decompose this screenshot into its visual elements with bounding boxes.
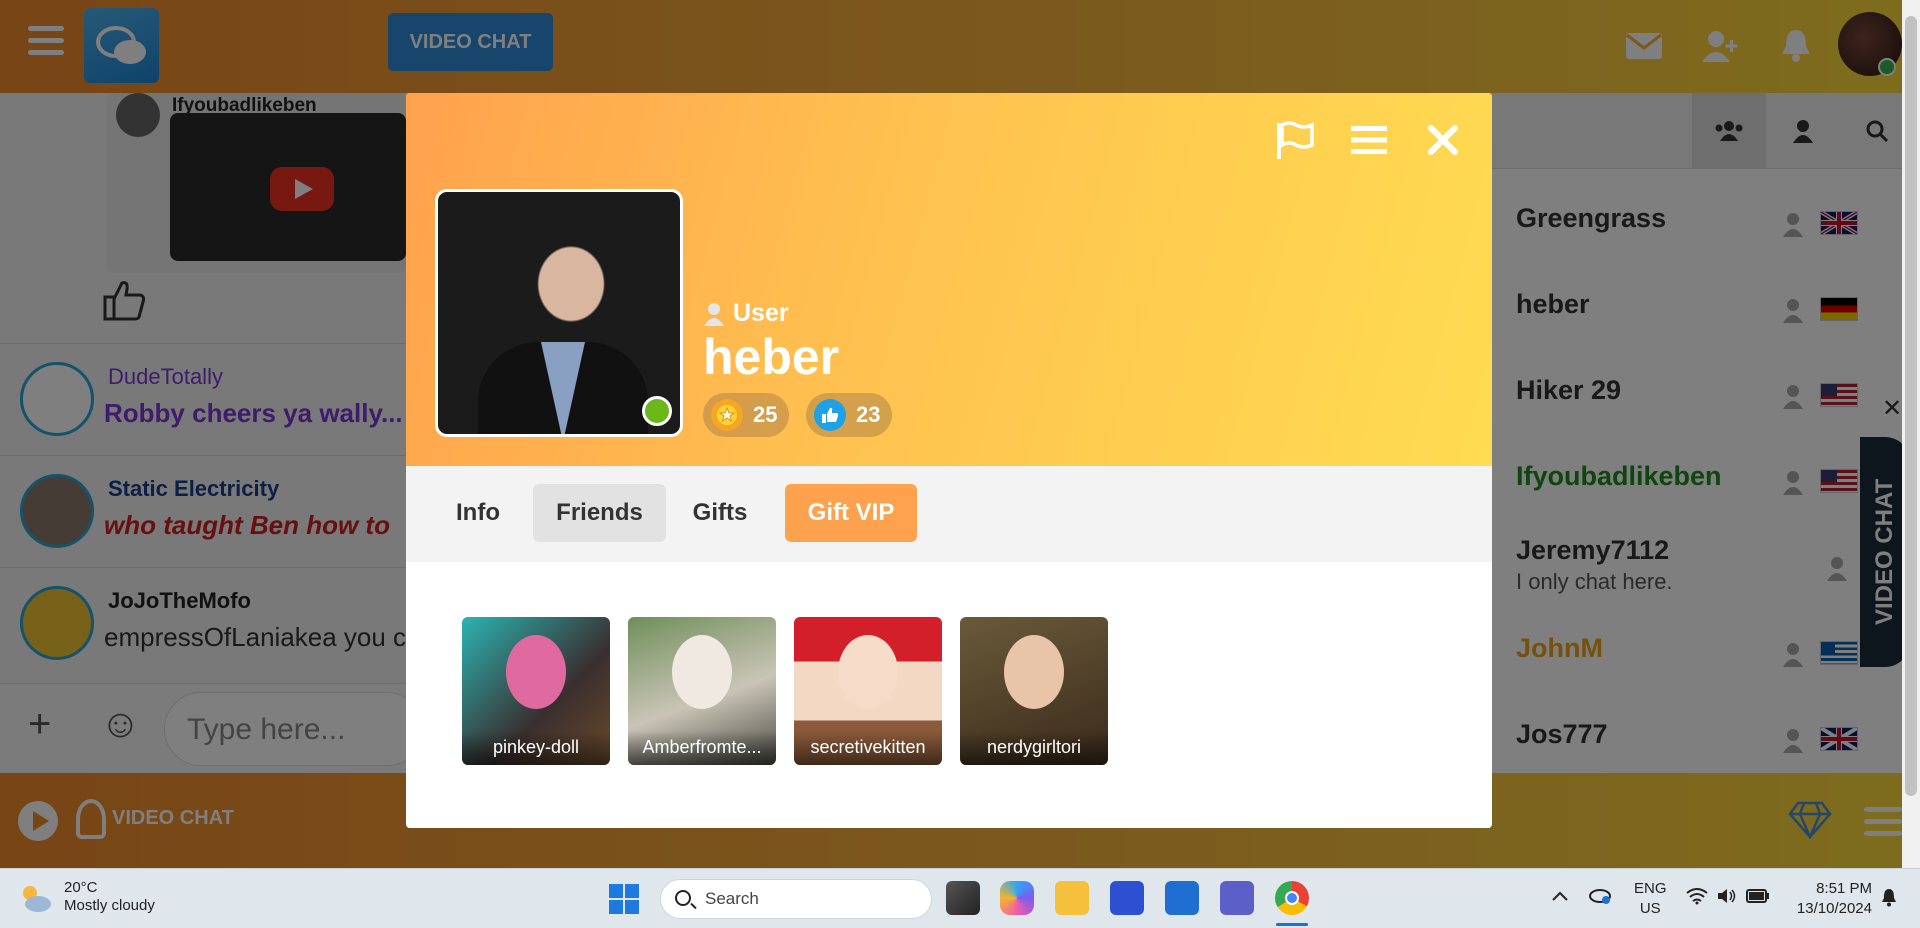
friend-photo	[838, 635, 898, 709]
stars-badge: 25	[703, 393, 790, 437]
report-flag-icon[interactable]	[1272, 117, 1318, 163]
friend-photo	[672, 635, 732, 709]
page-scrollbar[interactable]	[1902, 0, 1920, 868]
keyboard-region: US	[1639, 900, 1661, 917]
taskbar-search-input[interactable]: Search	[660, 879, 932, 919]
battery-icon[interactable]	[1746, 887, 1770, 911]
stars-count: 25	[753, 402, 778, 427]
online-status-dot	[642, 396, 672, 426]
clock[interactable]: 8:51 PM 13/10/2024	[1784, 879, 1872, 919]
active-app-indicator	[1276, 923, 1308, 926]
windows-taskbar: 20°C Mostly cloudy Search ENG US 8:51 PM…	[0, 868, 1920, 928]
close-icon[interactable]	[1420, 117, 1466, 163]
profile-role: User	[703, 299, 789, 328]
teams-icon[interactable]	[1220, 881, 1254, 915]
friend-card[interactable]: Amberfromte...	[628, 617, 776, 765]
file-explorer-icon[interactable]	[1055, 881, 1089, 915]
copilot-icon[interactable]	[1000, 881, 1034, 915]
thumbs-up-icon	[814, 399, 846, 431]
microsoft-store-icon[interactable]	[1165, 881, 1199, 915]
notification-center-icon[interactable]	[1880, 887, 1898, 913]
friend-card[interactable]: nerdygirltori	[960, 617, 1108, 765]
friend-name[interactable]: nerdygirltori	[960, 731, 1108, 765]
chevron-up-icon[interactable]	[1552, 887, 1568, 907]
profile-header: User heber 25 23	[406, 93, 1492, 466]
chrome-icon[interactable]	[1275, 881, 1309, 915]
likes-count: 23	[856, 402, 881, 427]
taskbar-search-placeholder: Search	[705, 889, 759, 908]
profile-role-label: User	[733, 299, 789, 327]
friend-name[interactable]: Amberfromte...	[628, 731, 776, 765]
wifi-icon[interactable]	[1686, 887, 1708, 911]
profile-modal: User heber 25 23 Info Friends Gifts Gift…	[406, 93, 1492, 828]
weather-temperature: 20°C	[64, 879, 98, 896]
options-menu-icon[interactable]	[1346, 117, 1392, 163]
friend-name[interactable]: secretivekitten	[794, 731, 942, 765]
search-icon	[675, 890, 691, 906]
clock-date: 13/10/2024	[1796, 900, 1872, 917]
friend-photo	[506, 635, 566, 709]
weather-cloud-icon[interactable]	[18, 881, 54, 920]
tab-friends[interactable]: Friends	[533, 484, 666, 542]
language-indicator[interactable]: ENG US	[1634, 879, 1667, 919]
likes-badge: 23	[806, 393, 893, 437]
profile-username: heber	[703, 329, 840, 385]
clock-time: 8:51 PM	[1816, 880, 1872, 897]
gift-vip-button[interactable]: Gift VIP	[785, 484, 917, 542]
task-view-icon[interactable]	[946, 881, 980, 915]
profile-tabs: Info Friends Gifts Gift VIP	[406, 466, 1492, 562]
editor-app-icon[interactable]	[1110, 881, 1144, 915]
scrollbar-thumb[interactable]	[1905, 16, 1917, 796]
friend-card[interactable]: secretivekitten	[794, 617, 942, 765]
star-icon	[711, 399, 743, 431]
user-rank-icon	[704, 302, 724, 326]
language-code: ENG	[1634, 880, 1667, 897]
tab-info[interactable]: Info	[436, 484, 520, 542]
friend-name[interactable]: pinkey-doll	[462, 731, 610, 765]
friend-card[interactable]: pinkey-doll	[462, 617, 610, 765]
weather-widget[interactable]: 20°C Mostly cloudy	[64, 879, 155, 915]
tab-gifts[interactable]: Gifts	[678, 484, 762, 542]
volume-icon[interactable]	[1716, 887, 1738, 911]
friend-photo	[1004, 635, 1064, 709]
weather-condition: Mostly cloudy	[64, 897, 155, 914]
profile-avatar[interactable]	[435, 189, 683, 437]
start-windows-icon[interactable]	[608, 883, 640, 915]
onedrive-sync-icon[interactable]	[1588, 885, 1612, 911]
